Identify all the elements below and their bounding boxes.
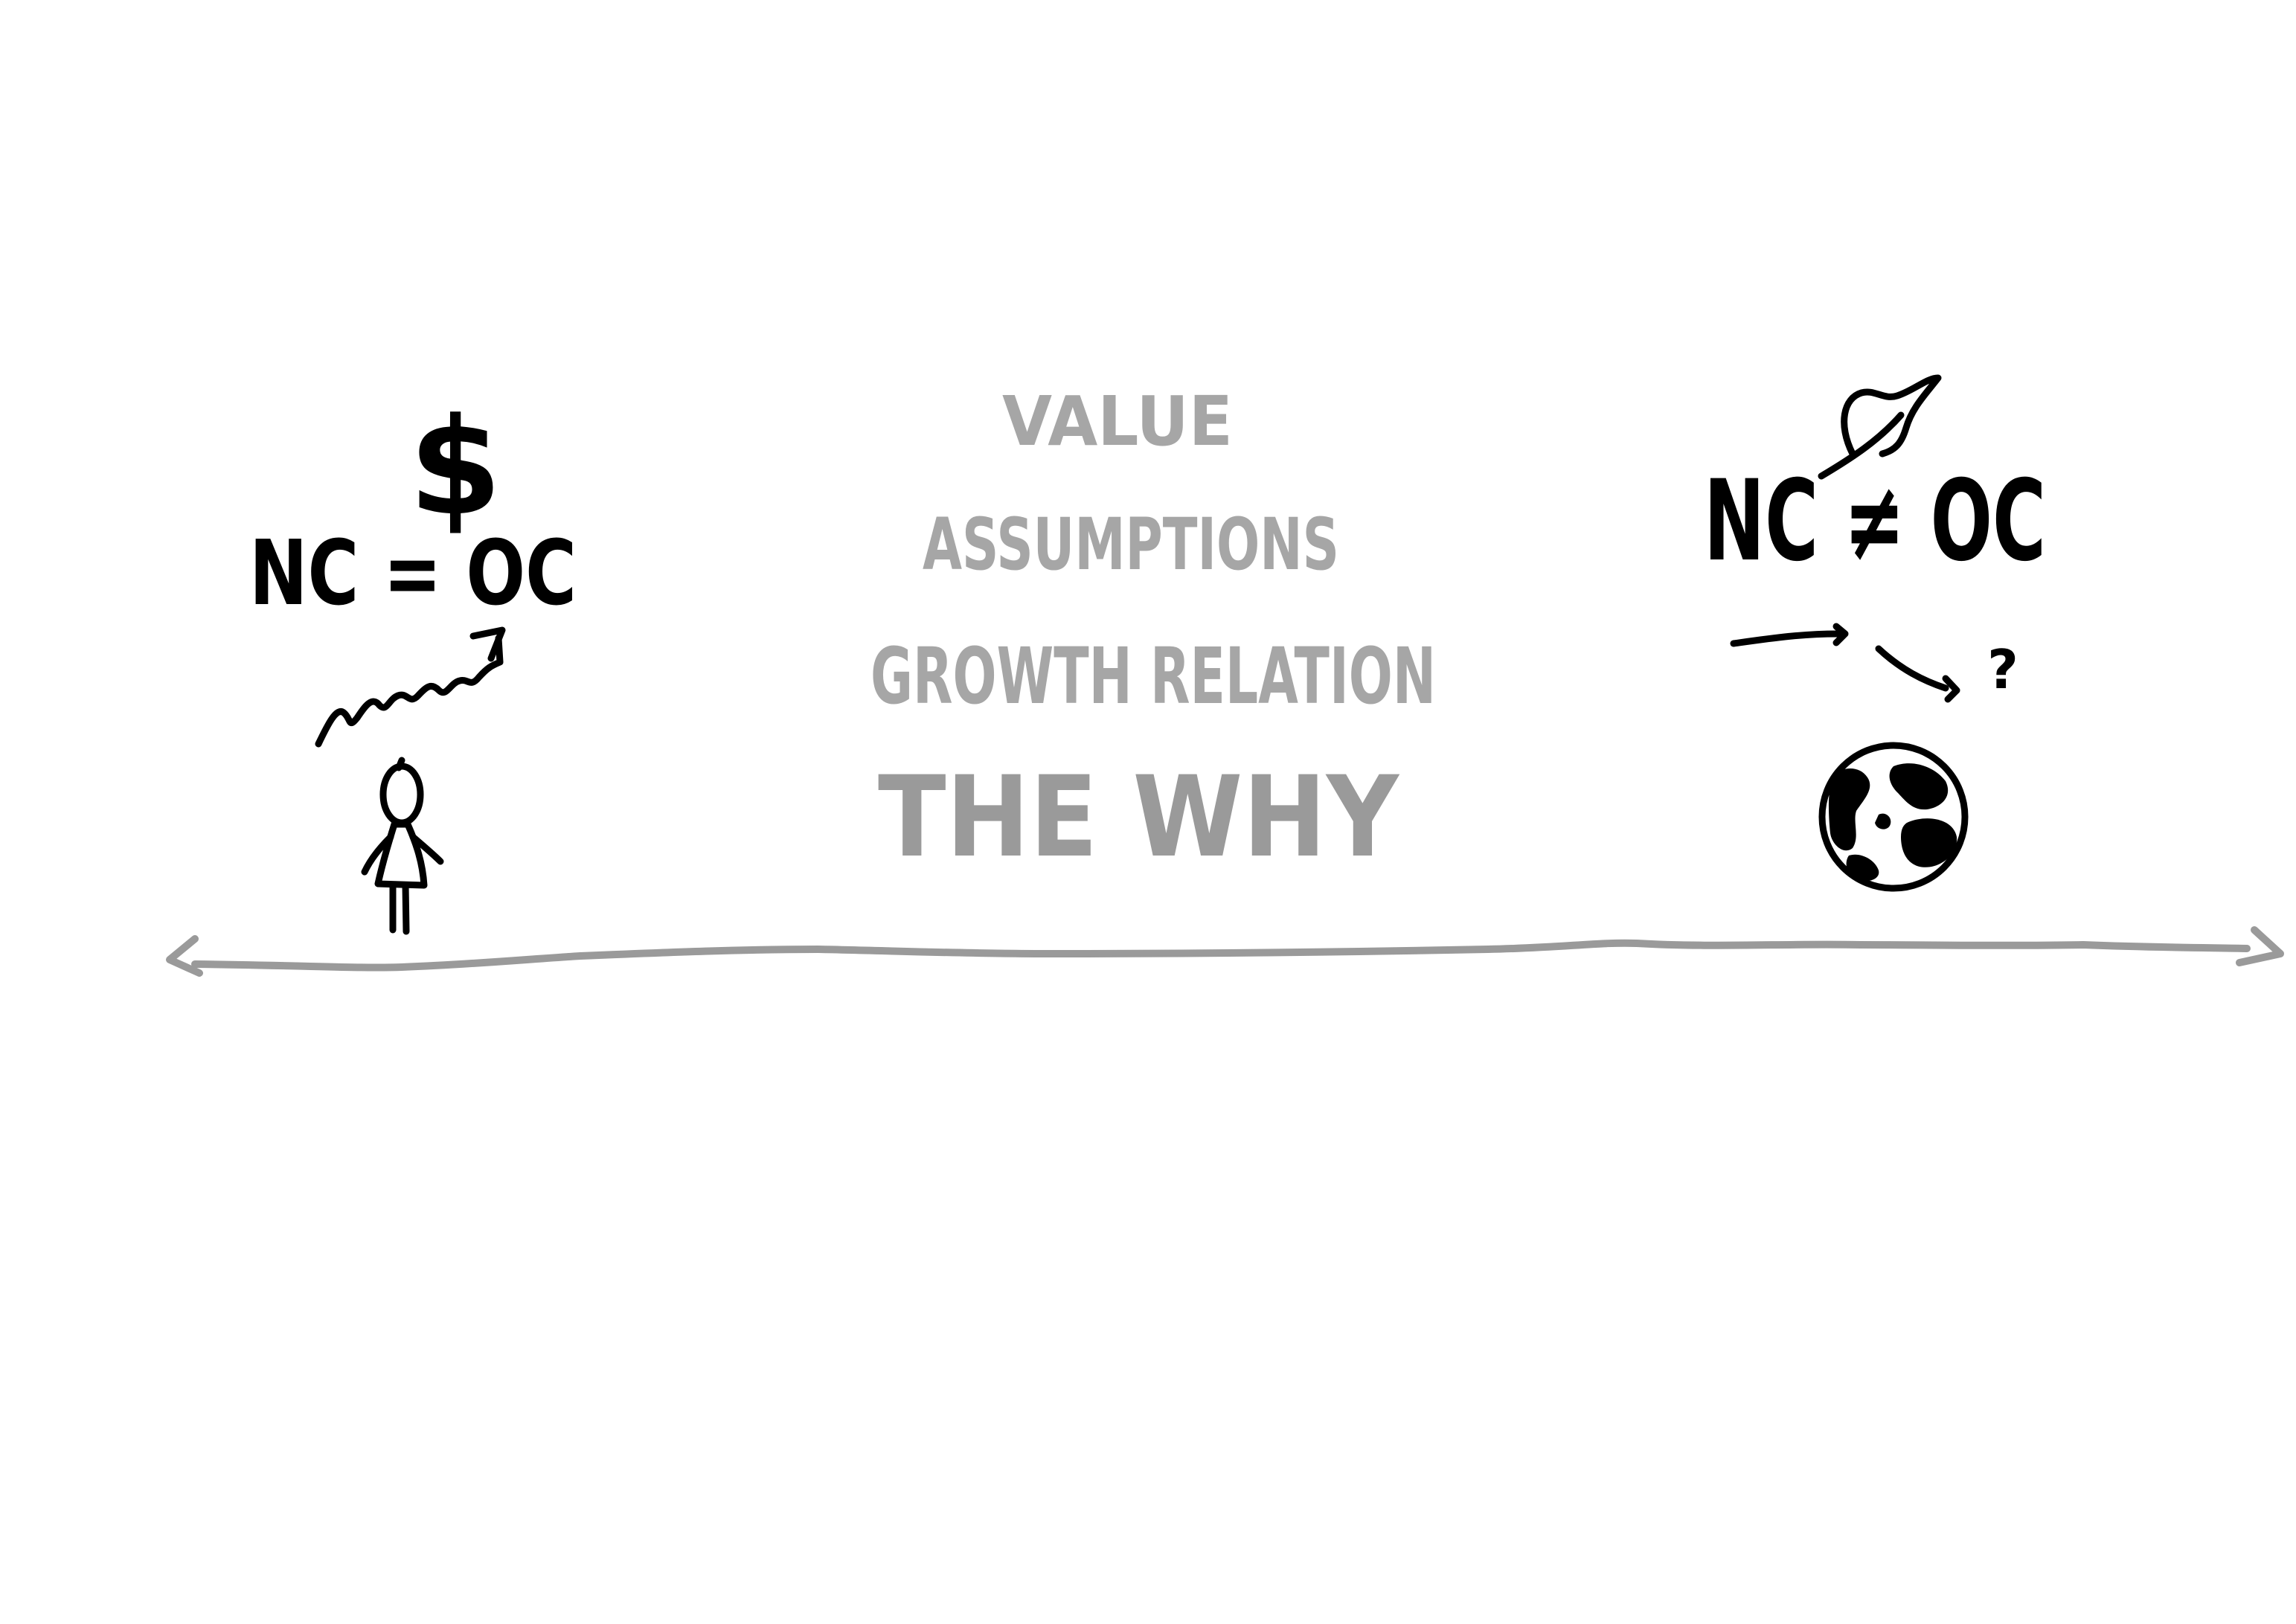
right-equation: NC ≠ OC	[1704, 457, 2046, 586]
left-group: $ NC = OC	[249, 390, 577, 935]
label-assumptions: ASSUMPTIONS	[923, 503, 1339, 586]
trajectory-arrow-icon	[1730, 623, 1960, 703]
question-mark: ?	[1987, 638, 2018, 701]
right-group: NC ≠ OC ?	[1704, 374, 2046, 892]
person-icon	[361, 757, 444, 935]
center-group: VALUE ASSUMPTIONS GROWTH RELATION THE WH…	[870, 382, 1436, 882]
left-equation: NC = OC	[249, 522, 577, 626]
label-growth-relation: GROWTH RELATION	[870, 631, 1436, 722]
label-the-why: THE WHY	[878, 753, 1400, 882]
double-arrow-icon	[166, 926, 2284, 977]
label-value: VALUE	[1002, 382, 1233, 461]
rising-arrow-icon	[315, 626, 506, 748]
globe-icon	[1818, 742, 1969, 892]
sketch-canvas: $ NC = OC VALUE ASSUMPTIONS GROWTH RELAT…	[166, 374, 2284, 977]
